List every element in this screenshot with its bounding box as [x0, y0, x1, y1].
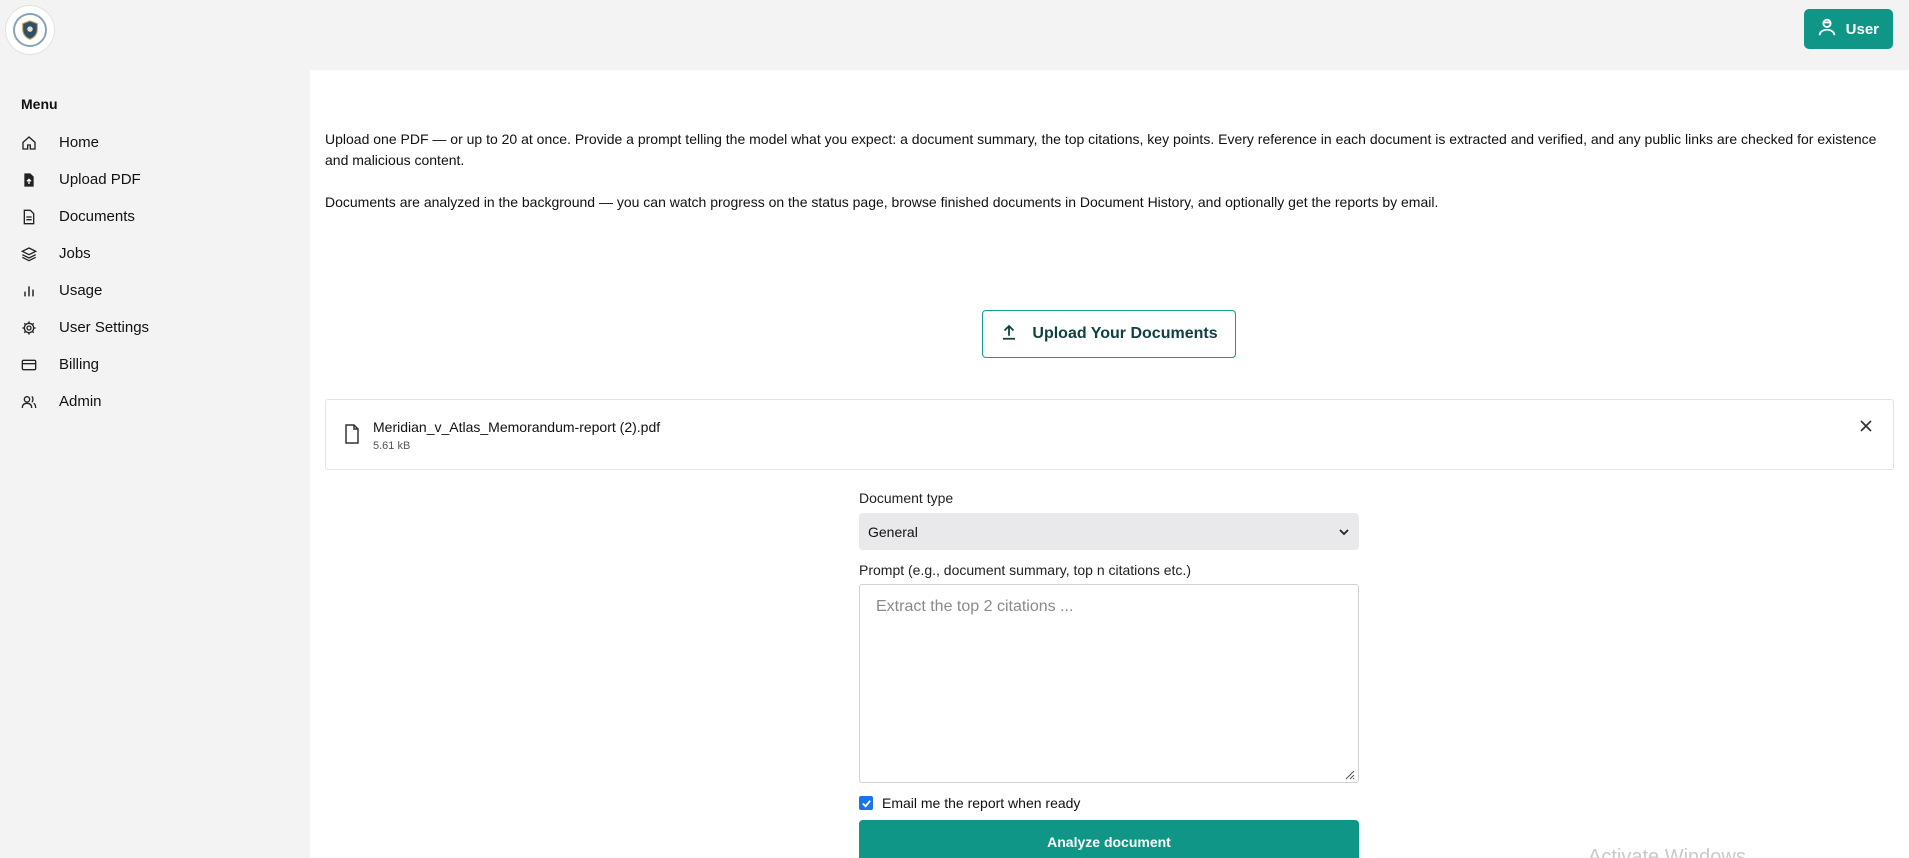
email-checkbox-label[interactable]: Email me the report when ready	[882, 795, 1080, 811]
upload-documents-button[interactable]: Upload Your Documents	[982, 310, 1236, 358]
analyze-form: Document type General Prompt (e.g., docu…	[859, 490, 1359, 858]
gear-icon	[21, 320, 37, 336]
sidebar-item-user-settings[interactable]: User Settings	[0, 309, 310, 346]
activate-windows-watermark: Activate Windows	[1588, 846, 1746, 858]
file-name: Meridian_v_Atlas_Memorandum-report (2).p…	[373, 419, 661, 435]
sidebar-item-documents[interactable]: Documents	[0, 198, 310, 235]
file-size: 5.61 kB	[373, 440, 411, 452]
layers-icon	[21, 246, 37, 262]
upload-button-label: Upload Your Documents	[1032, 325, 1218, 342]
main-content: Upload one PDF — or up to 20 at once. Pr…	[310, 70, 1909, 858]
sidebar-item-admin[interactable]: Admin	[0, 383, 310, 420]
email-option: Email me the report when ready	[859, 795, 1359, 811]
top-bar: User	[0, 0, 1909, 70]
sidebar-item-label: Usage	[59, 282, 103, 299]
app-logo[interactable]	[6, 6, 54, 54]
user-menu-button[interactable]: User	[1803, 9, 1893, 49]
document-type-select[interactable]: General	[859, 513, 1359, 550]
sidebar-item-label: Billing	[59, 356, 100, 373]
intro-text: Upload one PDF — or up to 20 at once. Pr…	[325, 129, 1895, 213]
menu-title: Menu	[21, 96, 58, 112]
prompt-placeholder: Extract the top 2 citations ...	[876, 598, 1074, 615]
sidebar-item-upload-pdf[interactable]: Upload PDF	[0, 161, 310, 198]
intro-paragraph: Documents are analyzed in the background…	[325, 194, 1439, 210]
sidebar-item-billing[interactable]: Billing	[0, 346, 310, 383]
sidebar-item-label: Documents	[59, 208, 135, 225]
sidebar-item-jobs[interactable]: Jobs	[0, 235, 310, 272]
credit-card-icon	[21, 357, 37, 373]
document-icon	[21, 209, 37, 225]
sidebar-item-home[interactable]: Home	[0, 124, 310, 161]
upload-icon	[1000, 323, 1018, 346]
sidebar-item-label: Admin	[59, 393, 102, 410]
uploaded-file-card: Meridian_v_Atlas_Memorandum-report (2).p…	[325, 399, 1894, 470]
sidebar-item-label: Upload PDF	[59, 171, 141, 188]
file-icon	[344, 424, 360, 444]
sidebar-item-label: User Settings	[59, 319, 150, 336]
sidebar-nav: Home Upload PDF Documents Jobs Usage Use…	[0, 124, 310, 420]
prompt-label: Prompt (e.g., document summary, top n ci…	[859, 562, 1191, 578]
shield-emblem-icon	[13, 13, 47, 47]
user-icon	[1816, 16, 1838, 42]
home-icon	[21, 135, 37, 151]
file-upload-icon	[21, 172, 37, 188]
intro-paragraph: Upload one PDF — or up to 20 at once. Pr…	[325, 131, 1877, 168]
bar-chart-icon	[21, 283, 37, 299]
sidebar: Menu Home Upload PDF Documents Jobs Usag…	[0, 70, 310, 858]
sidebar-item-label: Home	[59, 134, 100, 151]
sidebar-item-usage[interactable]: Usage	[0, 272, 310, 309]
chevron-down-icon	[1339, 524, 1349, 540]
email-checkbox[interactable]	[859, 796, 873, 810]
close-icon[interactable]	[1859, 419, 1873, 433]
prompt-input[interactable]: Extract the top 2 citations ...	[859, 584, 1359, 783]
analyze-button[interactable]: Analyze document	[859, 820, 1359, 858]
sidebar-item-label: Jobs	[59, 245, 91, 262]
document-type-label: Document type	[859, 490, 954, 506]
resize-grip-icon[interactable]	[1343, 767, 1355, 780]
document-type-value: General	[868, 523, 918, 540]
user-button-label: User	[1845, 20, 1879, 38]
users-icon	[21, 394, 37, 410]
